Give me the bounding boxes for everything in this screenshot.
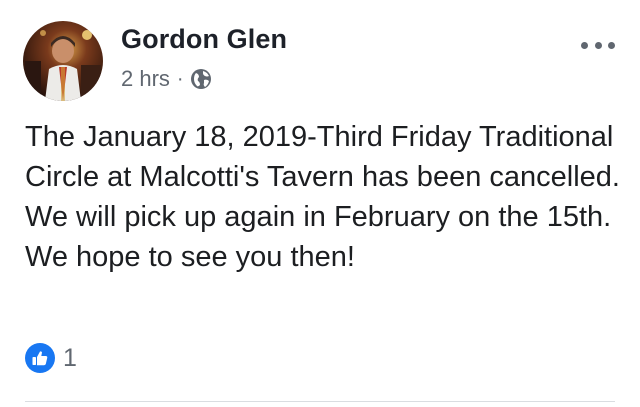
like-count: 1 (63, 343, 77, 372)
more-dot (594, 41, 602, 49)
post-meta: 2 hrs · (121, 66, 212, 92)
divider (25, 401, 615, 402)
facebook-post: Gordon Glen 2 hrs · The January 18, 2019… (0, 0, 640, 407)
like-icon (25, 343, 55, 373)
more-dot (608, 41, 615, 49)
author-name[interactable]: Gordon Glen (121, 24, 287, 55)
post-text: The January 18, 2019-Third Friday Tradit… (25, 121, 620, 273)
profile-photo (23, 21, 103, 101)
thumbs-up-icon (32, 351, 48, 366)
more-dot (581, 41, 588, 49)
more-options-icon[interactable] (581, 38, 615, 52)
post-time[interactable]: 2 hrs (121, 66, 170, 92)
globe-icon[interactable] (190, 68, 212, 90)
reactions-summary[interactable]: 1 (25, 343, 77, 373)
author-avatar[interactable] (23, 21, 103, 101)
meta-separator: · (176, 67, 184, 90)
